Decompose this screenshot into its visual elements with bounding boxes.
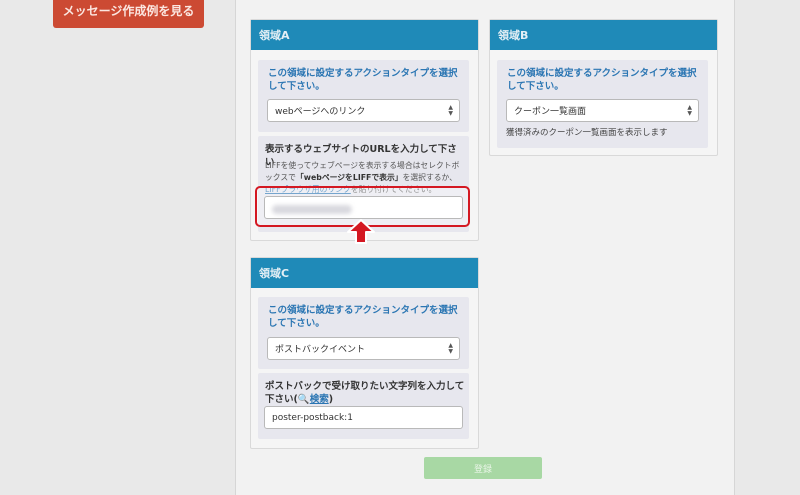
area-b-prompt: この領域に設定するアクションタイプを選択して下さい。 xyxy=(507,68,697,92)
area-c-select-value: ポストバックイベント xyxy=(275,345,366,355)
select-arrows-icon: ▲ ▼ xyxy=(687,104,692,117)
area-a-prompt: この領域に設定するアクションタイプを選択して下さい。 xyxy=(268,68,458,92)
area-c-postback-label: ポストバックで受け取りたい文字列を入力して下さい(🔍検索) xyxy=(265,381,465,405)
search-link[interactable]: 検索 xyxy=(310,394,329,405)
area-b-title: 領域B xyxy=(490,20,717,50)
select-arrows-icon: ▲ ▼ xyxy=(448,104,453,117)
area-b-action-select[interactable]: クーポン一覧画面 ▲ ▼ xyxy=(506,99,699,122)
submit-button[interactable]: 登録 xyxy=(424,457,542,479)
area-b-select-value: クーポン一覧画面 xyxy=(514,107,587,117)
area-c-postback-value: poster-postback:1 xyxy=(272,412,353,423)
area-a-title: 領域A xyxy=(251,20,478,50)
up-arrow-icon xyxy=(347,219,375,244)
area-c-action-select[interactable]: ポストバックイベント ▲ ▼ xyxy=(267,337,460,360)
area-c-prompt: この領域に設定するアクションタイプを選択して下さい。 xyxy=(268,305,458,329)
search-icon: 🔍 xyxy=(297,394,310,405)
area-b-note: 獲得済みのクーポン一覧画面を表示します xyxy=(506,128,668,138)
area-c-postback-input[interactable]: poster-postback:1 xyxy=(264,406,463,429)
blurred-url-value xyxy=(272,205,352,214)
area-c-title: 領域C xyxy=(251,258,478,288)
area-a-select-value: webページへのリンク xyxy=(275,107,366,117)
area-a-action-select[interactable]: webページへのリンク ▲ ▼ xyxy=(267,99,460,122)
message-example-button[interactable]: メッセージ作成例を見る xyxy=(53,0,204,28)
select-arrows-icon: ▲ ▼ xyxy=(448,342,453,355)
